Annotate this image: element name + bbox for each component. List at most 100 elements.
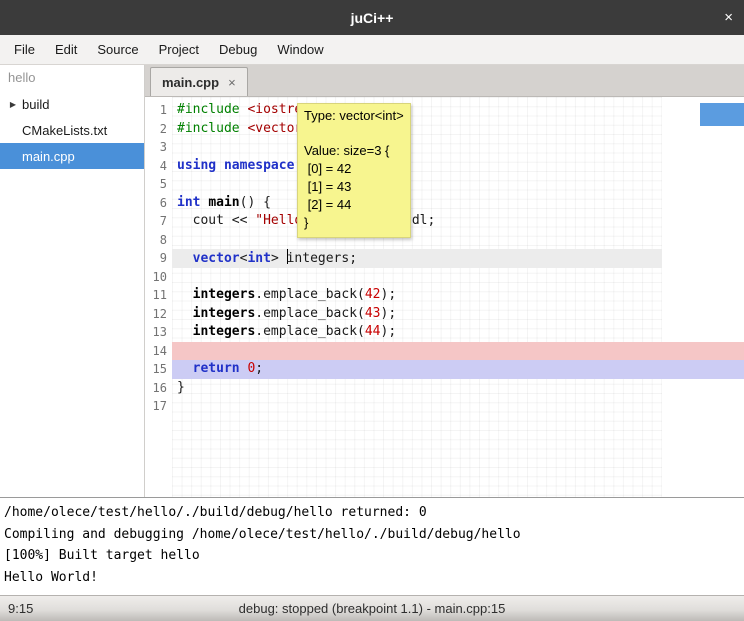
code-line-5[interactable]	[172, 175, 744, 194]
line-number[interactable]: 2	[145, 120, 172, 139]
close-icon[interactable]: ×	[724, 0, 733, 35]
code-line-2[interactable]: #include <vector>	[172, 120, 744, 139]
cursor-position: 9:15	[0, 601, 33, 616]
code-segment: return	[193, 361, 240, 376]
code-segment: vector	[193, 251, 240, 266]
status-message: debug: stopped (breakpoint 1.1) - main.c…	[0, 601, 744, 616]
sidebar: hello ▶build CMakeLists.txt main.cpp	[0, 65, 145, 497]
output-line: Hello World!	[4, 567, 740, 589]
code-segment: );	[381, 306, 397, 321]
line-number[interactable]: 9	[145, 249, 172, 268]
tree-item-label: main.cpp	[22, 149, 75, 164]
line-number[interactable]: 7	[145, 212, 172, 231]
code-line-6[interactable]: int main() {	[172, 194, 744, 213]
window-title: juCi++	[351, 10, 394, 26]
code-segment: 44	[365, 324, 381, 339]
code-segment: >	[271, 251, 287, 266]
code-segment: integers	[193, 287, 256, 302]
line-number[interactable]: 11	[145, 286, 172, 305]
code-segment	[177, 306, 193, 321]
code-segment: int	[247, 251, 270, 266]
menu-debug[interactable]: Debug	[209, 35, 267, 64]
tooltip-value-line: [0] = 42	[304, 160, 404, 178]
tooltip-value-line: [2] = 44	[304, 196, 404, 214]
code-line-16[interactable]: }	[172, 379, 744, 398]
expander-arrow-icon[interactable]: ▶	[4, 100, 22, 109]
code-segment: namespace	[224, 158, 294, 173]
line-number[interactable]: 17	[145, 397, 172, 416]
file-tree: ▶build CMakeLists.txt main.cpp	[0, 91, 144, 169]
line-number[interactable]: 12	[145, 305, 172, 324]
project-name: hello	[0, 65, 144, 91]
tab-close-icon[interactable]: ×	[228, 75, 236, 90]
title-bar: juCi++ ×	[0, 0, 744, 35]
debug-value-tooltip: Type: vector<int> Value: size=3 { [0] = …	[297, 103, 411, 238]
code-line-11[interactable]: integers.emplace_back(42);	[172, 286, 744, 305]
code-segment	[216, 158, 224, 173]
status-bar: debug: stopped (breakpoint 1.1) - main.c…	[0, 595, 744, 621]
output-line: /home/olece/test/hello/./build/debug/hel…	[4, 502, 740, 524]
code-line-10[interactable]	[172, 268, 744, 287]
output-panel: /home/olece/test/hello/./build/debug/hel…	[0, 497, 744, 595]
code-segment: #include	[177, 102, 240, 117]
menu-window[interactable]: Window	[267, 35, 333, 64]
tab-bar: main.cpp ×	[145, 65, 744, 97]
code-line-8[interactable]	[172, 231, 744, 250]
line-number[interactable]: 5	[145, 175, 172, 194]
output-line: Compiling and debugging /home/olece/test…	[4, 524, 740, 546]
code-segment: .emplace_back(	[255, 324, 365, 339]
code-editor[interactable]: 1234567891011121314151617 #include <iost…	[145, 97, 744, 497]
menu-bar: FileEditSourceProjectDebugWindow	[0, 35, 744, 65]
line-number[interactable]: 16	[145, 379, 172, 398]
tree-item-label: CMakeLists.txt	[22, 123, 107, 138]
tooltip-type-line: Type: vector<int>	[304, 107, 404, 125]
tree-item-build[interactable]: ▶build	[0, 91, 144, 117]
code-segment: }	[177, 380, 185, 395]
tooltip-value-line: Value: size=3 {	[304, 142, 404, 160]
tree-item-main-cpp[interactable]: main.cpp	[0, 143, 144, 169]
tree-item-cmakelists-txt[interactable]: CMakeLists.txt	[0, 117, 144, 143]
code-segment	[177, 324, 193, 339]
code-segment: #include	[177, 121, 240, 136]
scrollbar-thumb[interactable]	[700, 103, 744, 126]
app-window: juCi++ × FileEditSourceProjectDebugWindo…	[0, 0, 744, 621]
code-segment: ;	[255, 361, 263, 376]
line-number[interactable]: 4	[145, 157, 172, 176]
code-line-9[interactable]: vector<int> integers;	[172, 249, 744, 268]
code-line-4[interactable]: using namespace std;	[172, 157, 744, 176]
line-number[interactable]: 10	[145, 268, 172, 287]
line-number-gutter: 1234567891011121314151617	[145, 101, 172, 416]
line-number[interactable]: 13	[145, 323, 172, 342]
line-number[interactable]: 14	[145, 342, 172, 361]
tab-main-cpp[interactable]: main.cpp ×	[150, 67, 248, 96]
line-number[interactable]: 6	[145, 194, 172, 213]
code-line-7[interactable]: cout << "Hello World!" << endl;	[172, 212, 744, 231]
editor-pane: main.cpp × 1234567891011121314151617 #in…	[145, 65, 744, 497]
code-segment: () {	[240, 195, 271, 210]
tooltip-value-line: }	[304, 214, 404, 232]
menu-source[interactable]: Source	[87, 35, 148, 64]
code-segment	[177, 361, 193, 376]
code-segment: 43	[365, 306, 381, 321]
menu-edit[interactable]: Edit	[45, 35, 87, 64]
code-segment: .emplace_back(	[255, 306, 365, 321]
tree-item-label: build	[22, 97, 49, 112]
code-segment: integers;	[287, 251, 357, 266]
code-line-1[interactable]: #include <iostream>	[172, 101, 744, 120]
code-line-14[interactable]	[172, 342, 744, 361]
code-segment: 42	[365, 287, 381, 302]
menu-file[interactable]: File	[4, 35, 45, 64]
line-number[interactable]: 3	[145, 138, 172, 157]
code-area: #include <iostream>#include <vector> usin…	[172, 101, 744, 416]
line-number[interactable]: 8	[145, 231, 172, 250]
code-line-13[interactable]: integers.emplace_back(44);	[172, 323, 744, 342]
code-line-12[interactable]: integers.emplace_back(43);	[172, 305, 744, 324]
code-line-17[interactable]	[172, 397, 744, 416]
code-line-15[interactable]: return 0;	[172, 360, 744, 379]
menu-project[interactable]: Project	[149, 35, 209, 64]
line-number[interactable]: 1	[145, 101, 172, 120]
tooltip-value-line: [1] = 43	[304, 178, 404, 196]
code-line-3[interactable]	[172, 138, 744, 157]
line-number[interactable]: 15	[145, 360, 172, 379]
code-segment: using	[177, 158, 216, 173]
